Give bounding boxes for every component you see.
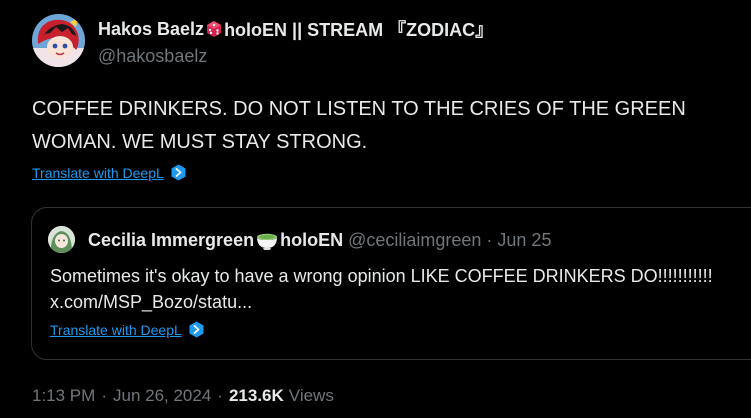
tweet-text: COFFEE DRINKERS. DO NOT LISTEN TO THE CR… xyxy=(32,98,686,153)
author-handle[interactable]: @hakosbaelz xyxy=(98,46,207,67)
author-name-part1: Hakos Baelz xyxy=(98,18,205,39)
quote-author-name-part2[interactable]: holoEN xyxy=(280,230,343,251)
tweet-date[interactable]: Jun 26, 2024 xyxy=(113,386,211,406)
quote-avatar[interactable] xyxy=(48,226,75,253)
quote-header: Cecilia Immergreen holoEN @ceciliaimgree… xyxy=(88,228,551,252)
quoted-tweet[interactable]: Cecilia Immergreen holoEN @ceciliaimgree… xyxy=(31,207,751,360)
dice-icon xyxy=(205,20,223,38)
tweet-meta: 1:13 PM · Jun 26, 2024 · 213.6K Views xyxy=(32,386,334,406)
deepl-icon xyxy=(170,164,187,181)
translate-link-label: Translate with DeepL xyxy=(32,164,164,181)
quote-translate-link-label: Translate with DeepL xyxy=(50,321,182,338)
avatar[interactable] xyxy=(32,14,85,67)
tweet-time[interactable]: 1:13 PM xyxy=(32,386,95,406)
author-name[interactable]: Hakos Baelz holoEN || STREAM 『ZODIAC』 xyxy=(98,16,493,42)
views-count: 213.6K xyxy=(228,386,284,405)
deepl-icon xyxy=(188,321,205,338)
author-name-part2: holoEN || STREAM 『ZODIAC』 xyxy=(224,20,494,40)
teacup-icon xyxy=(255,229,279,251)
quote-author-name-part1[interactable]: Cecilia Immergreen xyxy=(88,230,254,251)
quote-translate-link[interactable]: Translate with DeepL xyxy=(50,321,205,338)
quote-separator: · xyxy=(486,229,493,250)
meta-separator: · xyxy=(217,386,223,405)
quote-author-handle[interactable]: @ceciliaimgreen xyxy=(348,230,481,251)
views-label: Views xyxy=(288,386,334,405)
quote-text: Sometimes it's okay to have a wrong opin… xyxy=(50,266,713,312)
meta-separator: · xyxy=(101,386,107,405)
quote-date[interactable]: Jun 25 xyxy=(497,230,551,251)
translate-link[interactable]: Translate with DeepL xyxy=(32,164,187,181)
